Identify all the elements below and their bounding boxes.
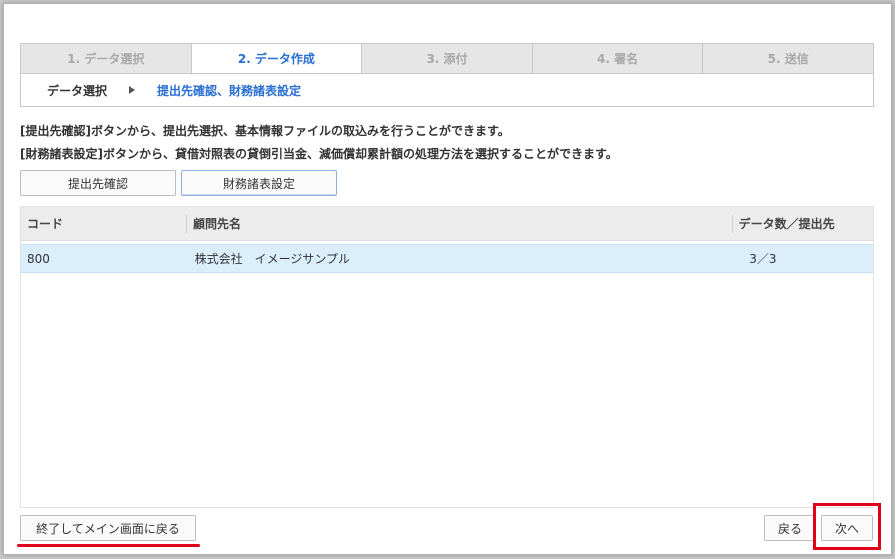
play-arrow-icon	[129, 86, 136, 94]
table-header: コード 顧問先名 データ数／提出先	[21, 207, 873, 241]
step-tab-5: 5. 送信	[703, 44, 873, 73]
red-underline-annotation	[17, 544, 200, 547]
column-header-client-name[interactable]: 顧問先名	[185, 214, 732, 233]
wizard-dialog: 1. データ選択 2. データ作成 3. 添付 4. 署名 5. 送信 データ選…	[3, 3, 892, 555]
financial-statement-settings-button[interactable]: 財務諸表設定	[181, 170, 337, 196]
substep-done: データ選択	[47, 83, 108, 98]
column-header-data-count[interactable]: データ数／提出先	[731, 214, 860, 233]
step-tab-4: 4. 署名	[532, 44, 704, 73]
cell-code: 800	[27, 251, 50, 266]
cell-data-count: 3／3	[749, 252, 777, 266]
back-button[interactable]: 戻る	[764, 515, 816, 541]
client-table: コード 顧問先名 データ数／提出先 800 株式会社 イメージサンプル 3／3	[20, 206, 874, 508]
step-tab-3: 3. 添付	[362, 44, 533, 73]
exit-to-main-button[interactable]: 終了してメイン画面に戻る	[20, 515, 196, 541]
destination-confirm-button[interactable]: 提出先確認	[20, 170, 176, 196]
substep-current: 提出先確認、財務諸表設定	[157, 83, 302, 98]
step-tabs: 1. データ選択 2. データ作成 3. 添付 4. 署名 5. 送信	[20, 43, 874, 73]
substep-bar: データ選択 提出先確認、財務諸表設定	[20, 73, 874, 107]
step-tab-2: 2. データ作成	[191, 44, 363, 73]
description-line-2: [財務諸表設定]ボタンから、貸借対照表の貸倒引当金、減価償却累計額の処理方法を選…	[20, 147, 618, 161]
column-header-code[interactable]: コード	[21, 207, 186, 240]
table-row[interactable]: 800 株式会社 イメージサンプル 3／3	[21, 244, 873, 273]
description-line-1: [提出先確認]ボタンから、提出先選択、基本情報ファイルの取込みを行うことができま…	[20, 124, 510, 138]
red-highlight-annotation	[813, 503, 881, 550]
step-tab-1: 1. データ選択	[21, 44, 192, 73]
cell-client-name: 株式会社 イメージサンプル	[194, 252, 351, 266]
